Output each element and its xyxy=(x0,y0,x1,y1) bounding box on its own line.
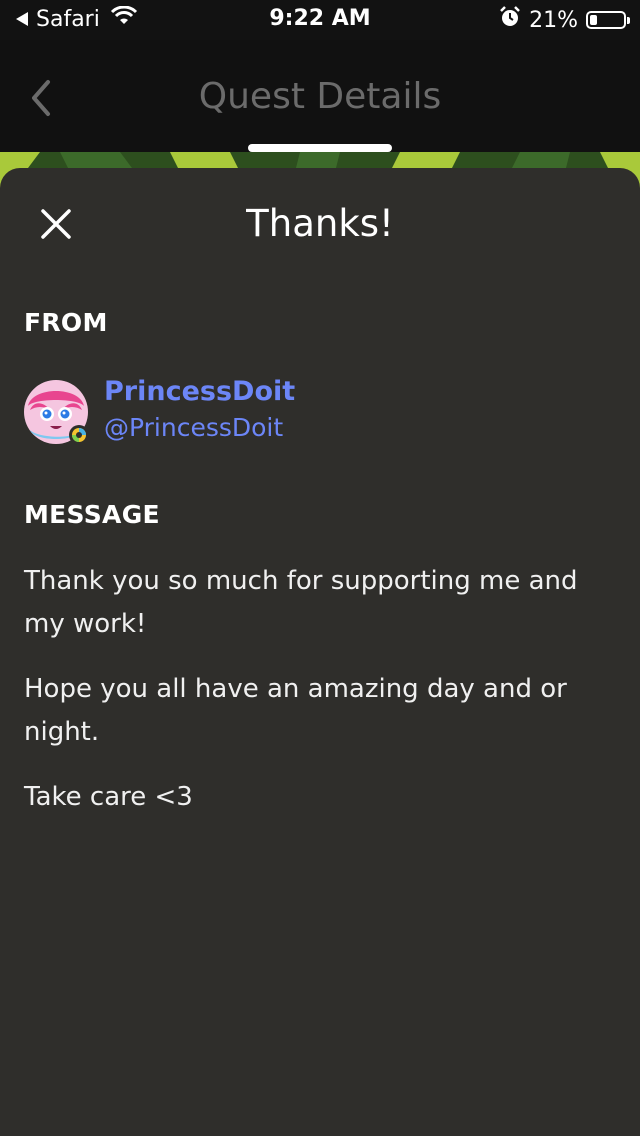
battery-icon xyxy=(586,11,630,29)
status-indicators: 21% xyxy=(499,6,630,34)
avatar[interactable] xyxy=(24,380,89,445)
sender-handle[interactable]: @PrincessDoit xyxy=(104,408,295,448)
sender[interactable]: PrincessDoit @PrincessDoit xyxy=(24,376,295,448)
message-label: MESSAGE xyxy=(24,500,160,529)
message-paragraph: Take care <3 xyxy=(24,782,193,812)
message-body: Thank you so much for supporting me and … xyxy=(24,560,620,841)
message-paragraph: Thank you so much for supporting me and … xyxy=(24,566,578,639)
badge-icon xyxy=(69,425,89,445)
message-paragraph: Hope you all have an amazing day and or … xyxy=(24,674,567,747)
thanks-sheet: Thanks! FROM PrincessDoit @PrincessDoit … xyxy=(0,168,640,1136)
sender-name[interactable]: PrincessDoit xyxy=(104,376,295,408)
sheet-title: Thanks! xyxy=(246,202,394,245)
status-bar: Safari 9:22 AM 21% xyxy=(0,0,640,40)
alarm-icon xyxy=(499,6,521,34)
nav-bar: Quest Details xyxy=(0,40,640,152)
battery-level xyxy=(590,15,597,25)
sender-info: PrincessDoit @PrincessDoit xyxy=(104,376,295,448)
from-label: FROM xyxy=(24,308,108,337)
page-title: Quest Details xyxy=(198,76,442,117)
battery-percent: 21% xyxy=(529,7,578,33)
sheet-drag-handle[interactable] xyxy=(248,144,392,152)
